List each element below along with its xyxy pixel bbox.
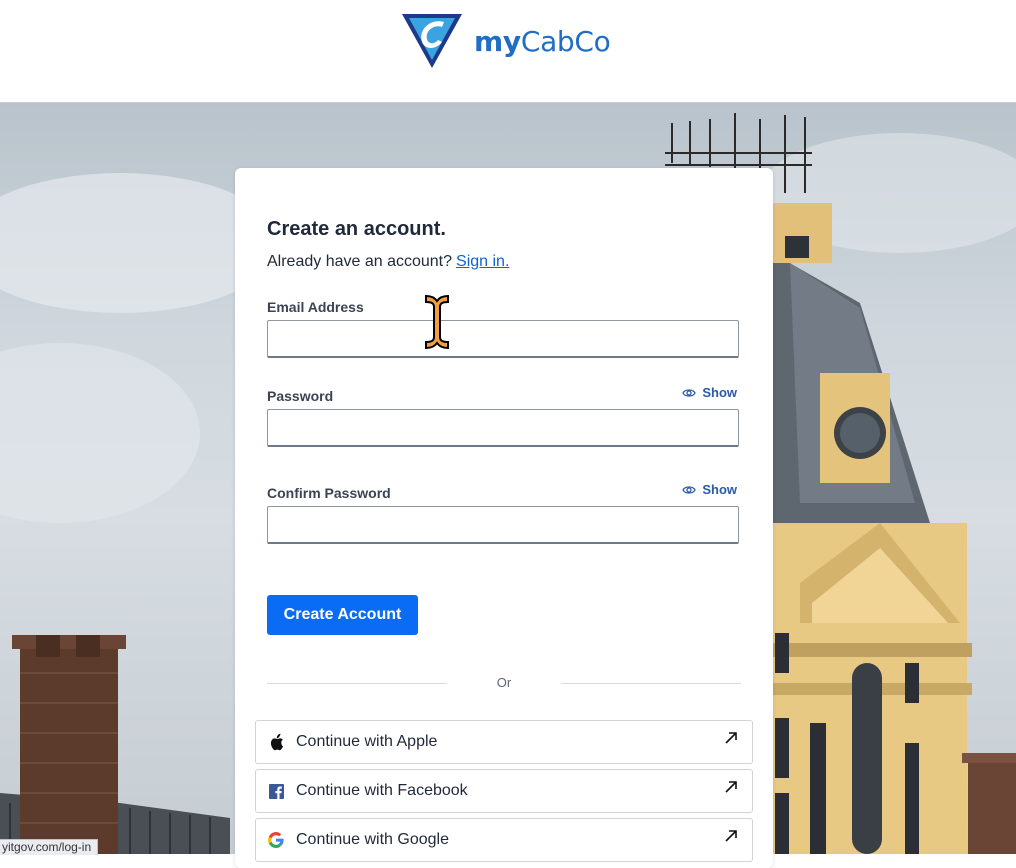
signin-link[interactable]: Sign in. bbox=[456, 253, 509, 270]
divider-right bbox=[561, 683, 741, 684]
signin-prompt-text: Already have an account? bbox=[267, 253, 453, 270]
signup-card: Create an account. Already have an accou… bbox=[235, 168, 773, 868]
password-show-label: Show bbox=[702, 385, 737, 400]
brand-logo[interactable]: myCabCo bbox=[400, 12, 611, 70]
continue-with-apple-button[interactable]: Continue with Apple bbox=[255, 720, 753, 764]
external-arrow-icon bbox=[725, 732, 737, 744]
continue-with-apple-label: Continue with Apple bbox=[296, 733, 438, 750]
text-cursor-icon bbox=[425, 294, 449, 350]
external-arrow-icon bbox=[725, 830, 737, 842]
confirm-password-show-toggle[interactable]: Show bbox=[682, 482, 737, 497]
email-field[interactable] bbox=[267, 320, 739, 358]
facebook-icon bbox=[266, 781, 286, 801]
eye-icon bbox=[682, 388, 697, 397]
email-label: Email Address bbox=[267, 299, 364, 315]
site-header: myCabCo bbox=[0, 0, 1016, 103]
page-title: Create an account. bbox=[267, 218, 446, 240]
confirm-password-field[interactable] bbox=[267, 506, 739, 544]
confirm-password-show-label: Show bbox=[702, 482, 737, 497]
continue-with-google-label: Continue with Google bbox=[296, 831, 449, 848]
continue-with-google-button[interactable]: Continue with Google bbox=[255, 818, 753, 862]
external-arrow-icon bbox=[725, 781, 737, 793]
password-label: Password bbox=[267, 388, 334, 404]
continue-with-facebook-button[interactable]: Continue with Facebook bbox=[255, 769, 753, 813]
continue-with-facebook-label: Continue with Facebook bbox=[296, 782, 468, 799]
create-account-button[interactable]: Create Account bbox=[267, 595, 418, 635]
status-bar-url: yitgov.com/log-in bbox=[0, 839, 99, 855]
apple-icon bbox=[266, 732, 286, 752]
password-show-toggle[interactable]: Show bbox=[682, 385, 737, 400]
cabco-logo-icon bbox=[402, 14, 462, 68]
google-icon bbox=[266, 830, 286, 850]
brand-wordmark: myCabCo bbox=[474, 24, 611, 58]
confirm-password-label: Confirm Password bbox=[267, 485, 391, 501]
signin-prompt: Already have an account? Sign in. bbox=[267, 253, 509, 271]
eye-icon bbox=[682, 485, 697, 494]
password-field[interactable] bbox=[267, 409, 739, 447]
